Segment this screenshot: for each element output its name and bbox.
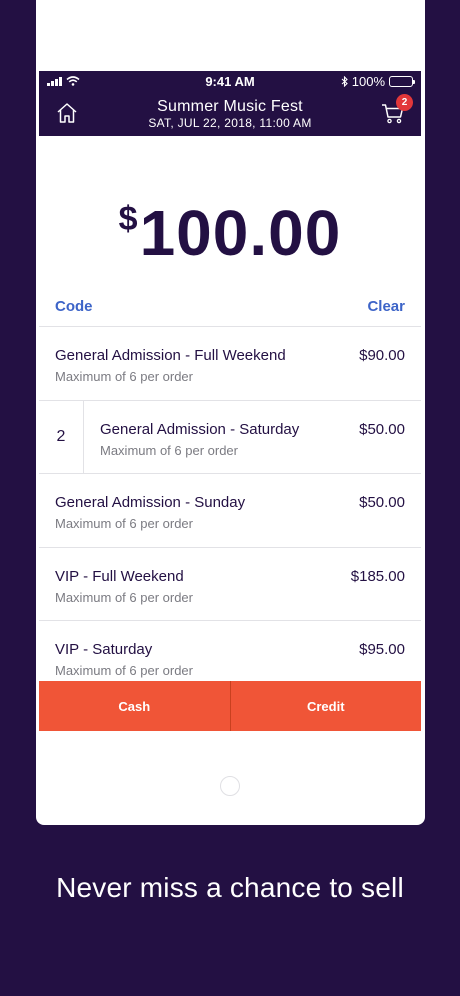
cart-count-badge: 2 [396,94,413,111]
ticket-limit: Maximum of 6 per order [55,516,193,531]
payment-bar: Cash Credit [39,681,421,731]
home-indicator [220,776,240,796]
signal-icon [47,76,62,86]
ticket-row[interactable]: 2 General Admission - Saturday Maximum o… [39,400,421,474]
ticket-row[interactable]: General Admission - Full Weekend Maximum… [39,327,421,401]
event-title: Summer Music Fest [157,97,303,115]
ticket-info: General Admission - Full Weekend Maximum… [39,327,421,400]
event-title-block: Summer Music Fest SAT, JUL 22, 2018, 11:… [148,97,311,131]
ticket-price: $50.00 [359,494,405,511]
code-button[interactable]: Code [55,298,93,315]
phone-frame: 9:41 AM 100% Summer Music Fest SAT, JUL … [36,0,425,825]
ticket-price: $185.00 [350,567,405,585]
status-bar-left [47,76,80,86]
bluetooth-icon [341,75,348,87]
tagline: Never miss a chance to sell [56,872,404,903]
ticket-list: General Admission - Full Weekend Maximum… [39,326,421,695]
status-bar-right: 100% [341,73,415,89]
currency-symbol: $ [118,200,138,238]
order-total: $ 100.00 [39,136,421,291]
ticket-limit: Maximum of 6 per order [55,589,193,605]
ticket-limit: Maximum of 6 per order [100,442,238,458]
home-button[interactable] [55,101,79,125]
status-bar: 9:41 AM 100% [39,71,421,91]
event-date: SAT, JUL 22, 2018, 11:00 AM [148,115,312,130]
ticket-info: General Admission - Saturday Maximum of … [84,401,421,474]
clear-button[interactable]: Clear [367,298,405,315]
event-header: Summer Music Fest SAT, JUL 22, 2018, 11:… [39,91,421,136]
battery-icon [389,75,415,87]
ticket-row[interactable]: General Admission - Sunday Maximum of 6 … [39,474,421,548]
ticket-quantity[interactable]: 2 [39,400,84,473]
credit-button[interactable]: Credit [229,681,422,731]
ticket-name: VIP - Saturday [55,641,153,658]
home-icon [57,103,77,123]
ticket-price: $50.00 [359,420,405,438]
cash-button[interactable]: Cash [39,681,230,731]
ticket-info: General Admission - Sunday Maximum of 6 … [39,474,421,547]
ticket-price: $90.00 [359,347,405,364]
ticket-price: $95.00 [359,641,405,658]
wifi-icon [66,76,80,86]
total-amount: 100.00 [139,196,342,269]
cart-button[interactable]: 2 [381,94,413,125]
ticket-row[interactable]: VIP - Full Weekend Maximum of 6 per orde… [39,548,421,621]
ticket-limit: Maximum of 6 per order [55,663,193,678]
code-row: Code Clear [39,291,421,326]
ticket-info: VIP - Full Weekend Maximum of 6 per orde… [39,548,421,621]
ticket-name: General Admission - Sunday [55,494,246,511]
ticket-name: General Admission - Full Weekend [55,347,286,364]
app-screen: 9:41 AM 100% Summer Music Fest SAT, JUL … [39,71,421,751]
ticket-limit: Maximum of 6 per order [55,369,193,384]
battery-percent: 100% [351,73,385,89]
